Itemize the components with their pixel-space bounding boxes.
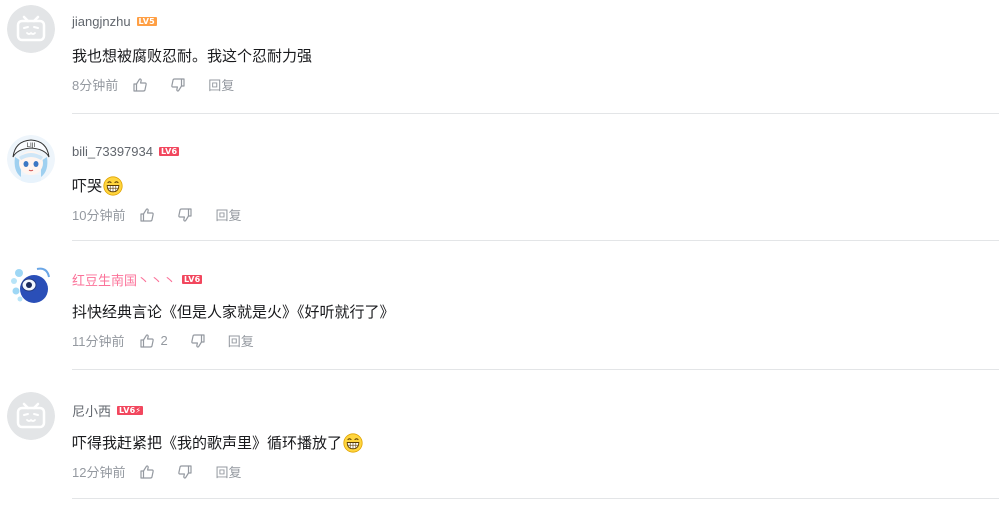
like-button[interactable] <box>132 77 148 93</box>
dislike-button[interactable] <box>177 464 193 480</box>
comment-text: 我也想被腐败忍耐。我这个忍耐力强 <box>72 45 312 66</box>
bilibili-tv-avatar-icon <box>7 5 55 53</box>
thumb-up-icon <box>140 207 155 222</box>
divider <box>72 240 999 241</box>
comment-item: 尼小西 LV6⚡ 吓得我赶紧把《我的歌声里》循环播放了 12分钟前 回复 <box>0 387 999 515</box>
comment-item: 红豆生南国丶丶丶 LV6 抖快经典言论《但是人家就是火》《好听就行了》 11分钟… <box>0 256 999 384</box>
svg-text:LIJI: LIJI <box>27 142 36 149</box>
username-text[interactable]: jiangjnzhu <box>72 14 131 29</box>
reply-button[interactable]: 回复 <box>215 205 241 224</box>
thumb-down-icon <box>190 333 205 348</box>
comment-text-body: 吓哭 <box>72 178 103 195</box>
username[interactable]: jiangjnzhu LV5 <box>72 14 157 29</box>
grin-emoji-icon <box>103 175 123 196</box>
comment-time: 8分钟前 <box>72 78 119 93</box>
avatar[interactable]: LIJI <box>7 135 55 183</box>
thumb-up-icon <box>139 333 154 348</box>
reply-button[interactable]: 回复 <box>215 462 241 481</box>
comment-meta: 10分钟前 回复 <box>72 205 241 224</box>
dislike-button[interactable] <box>177 207 193 223</box>
comment-time: 11分钟前 <box>72 334 125 349</box>
grin-emoji-icon <box>343 432 363 453</box>
divider <box>72 369 999 370</box>
thumb-up-icon <box>133 77 147 92</box>
bilibili-tv-avatar-icon <box>7 392 55 440</box>
like-count: 2 <box>160 333 168 348</box>
comment-meta: 12分钟前 回复 <box>72 462 241 481</box>
comment-text: 吓哭 <box>72 175 123 196</box>
reply-button[interactable]: 回复 <box>228 331 254 350</box>
thumb-down-icon <box>178 464 193 479</box>
like-button[interactable]: 2 <box>139 333 168 349</box>
level-badge: LV6 <box>182 275 203 284</box>
thumb-down-icon <box>171 77 185 92</box>
avatar[interactable] <box>7 5 55 53</box>
like-button[interactable] <box>139 207 155 223</box>
username[interactable]: bili_73397934 LV6 <box>72 144 180 159</box>
username[interactable]: 尼小西 LV6⚡ <box>72 401 144 420</box>
divider <box>72 498 999 499</box>
comment-text: 抖快经典言论《但是人家就是火》《好听就行了》 <box>72 301 395 322</box>
dislike-button[interactable] <box>190 333 206 349</box>
thumb-down-icon <box>178 207 193 222</box>
reply-button[interactable]: 回复 <box>208 75 234 94</box>
divider <box>72 113 999 114</box>
comment-text-body: 抖快经典言论《但是人家就是火》《好听就行了》 <box>72 304 395 321</box>
username-text[interactable]: 红豆生南国丶丶丶 <box>72 270 176 289</box>
comment-item: jiangjnzhu LV5 我也想被腐败忍耐。我这个忍耐力强 8分钟前 回复 <box>0 0 999 128</box>
comment-meta: 8分钟前 回复 <box>72 75 234 94</box>
username[interactable]: 红豆生南国丶丶丶 LV6 <box>72 270 203 289</box>
level-badge: LV6 <box>158 147 180 156</box>
avatar[interactable] <box>7 392 55 440</box>
dislike-button[interactable] <box>170 77 186 93</box>
comment-meta: 11分钟前 2 回复 <box>72 331 254 350</box>
username-text[interactable]: bili_73397934 <box>72 144 153 159</box>
like-button[interactable] <box>139 464 155 480</box>
level-badge: LV5 <box>136 17 157 26</box>
comment-time: 10分钟前 <box>72 208 126 223</box>
comment-item: LIJI bili_73397934 LV6 吓哭 10分钟前 回复 <box>0 130 999 258</box>
comment-text-body: 吓得我赶紧把《我的歌声里》循环播放了 <box>72 435 343 452</box>
thumb-up-icon <box>140 464 155 479</box>
username-text[interactable]: 尼小西 <box>72 401 111 420</box>
level-badge: LV6⚡ <box>117 406 144 415</box>
comment-text: 吓得我赶紧把《我的歌声里》循环播放了 <box>72 432 363 453</box>
avatar[interactable] <box>7 261 55 309</box>
anime-girl-avatar: LIJI <box>7 135 55 183</box>
comment-text-body: 我也想被腐败忍耐。我这个忍耐力强 <box>72 48 313 65</box>
blue-character-avatar <box>7 261 55 309</box>
comment-time: 12分钟前 <box>72 465 126 480</box>
